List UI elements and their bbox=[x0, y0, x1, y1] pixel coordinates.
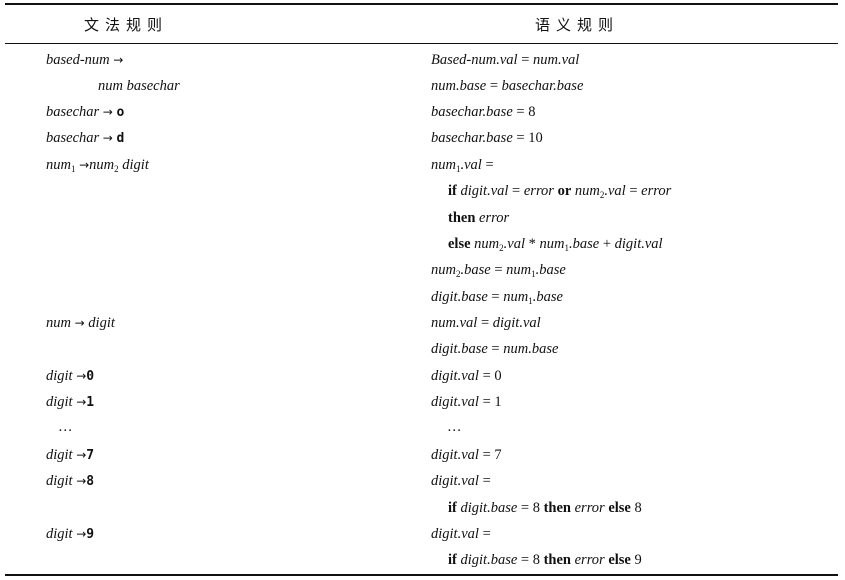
semantic-cell-5: num1.val = bbox=[431, 157, 494, 174]
grammar-cell-1: based-num → bbox=[46, 52, 124, 68]
semantic-cell-16: digit.val = 7 bbox=[431, 447, 502, 463]
semantic-ellipsis: … bbox=[447, 419, 462, 435]
grammar-cell-3: basechar → o bbox=[46, 104, 125, 120]
semantic-cell-1: Based-num.val = num.val bbox=[431, 52, 580, 68]
semantic-cell-4: basechar.base = 10 bbox=[431, 130, 543, 146]
semantic-cell-2: num.base = basechar.base bbox=[431, 78, 584, 94]
semantic-cell-10: digit.base = num1.base bbox=[431, 289, 563, 306]
semantic-cell-19: digit.val = bbox=[431, 526, 491, 542]
grammar-cell-4: basechar → d bbox=[46, 130, 125, 146]
semantic-cell-18: if digit.base = 8 then error else 8 bbox=[448, 500, 642, 516]
grammar-cell-13: digit →0 bbox=[46, 368, 95, 384]
semantic-cell-8: else num2.val * num1.base + digit.val bbox=[448, 236, 663, 253]
semantic-cell-9: num2.base = num1.base bbox=[431, 262, 566, 279]
table-bottom-rule bbox=[5, 574, 838, 576]
semantic-cell-3: basechar.base = 8 bbox=[431, 104, 536, 120]
semantic-cell-14: digit.val = 1 bbox=[431, 394, 502, 410]
semantic-cell-12: digit.base = num.base bbox=[431, 341, 559, 357]
grammar-cell-17: digit →8 bbox=[46, 473, 95, 489]
grammar-cell-11: num → digit bbox=[46, 315, 115, 331]
grammar-cell-16: digit →7 bbox=[46, 447, 95, 463]
grammar-cell-2: num basechar bbox=[98, 78, 180, 94]
semantic-cell-6: if digit.val = error or num2.val = error bbox=[448, 183, 672, 200]
semantic-cell-13: digit.val = 0 bbox=[431, 368, 502, 384]
semantic-cell-11: num.val = digit.val bbox=[431, 315, 541, 331]
grammar-cell-14: digit →1 bbox=[46, 394, 95, 410]
semantic-cell-7: then error bbox=[448, 210, 510, 226]
table-top-rule bbox=[5, 3, 838, 5]
grammar-cell-5: num1 →num2 digit bbox=[46, 157, 149, 174]
table-header-rule bbox=[5, 43, 838, 44]
semantic-cell-20: if digit.base = 8 then error else 9 bbox=[448, 552, 642, 568]
semantic-cell-17: digit.val = bbox=[431, 473, 491, 489]
grammar-ellipsis: … bbox=[58, 419, 73, 435]
grammar-cell-19: digit →9 bbox=[46, 526, 95, 542]
header-semantic-rules: 语义规则 bbox=[535, 16, 620, 34]
header-grammar-rules: 文法规则 bbox=[84, 16, 169, 34]
